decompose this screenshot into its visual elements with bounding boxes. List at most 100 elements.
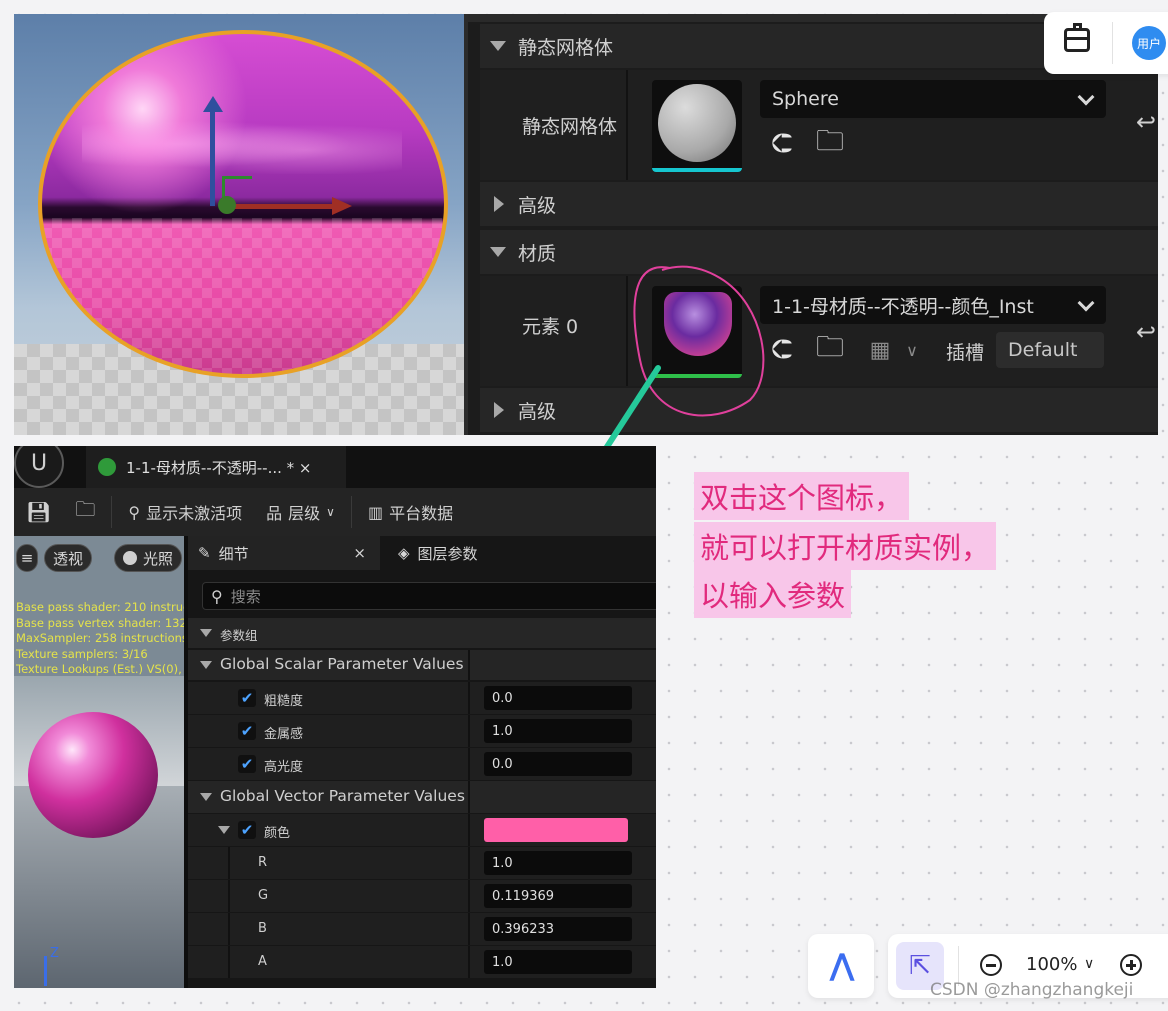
collapse-arrow-icon[interactable] [218, 826, 230, 834]
slot-combo[interactable]: Default [996, 332, 1104, 368]
column-splitter[interactable] [468, 880, 470, 912]
toolbox-icon[interactable] [1064, 23, 1090, 52]
section-title: 参数组 [220, 628, 258, 643]
mesh-viewport[interactable] [14, 14, 464, 435]
reset-to-default-icon[interactable]: ↩ [1136, 318, 1156, 346]
gizmo-center[interactable] [218, 196, 236, 214]
column-splitter[interactable] [468, 847, 470, 879]
search-input[interactable]: ⚲ 搜索 [202, 582, 656, 610]
gizmo-x-axis[interactable] [224, 204, 334, 209]
preview-sphere[interactable] [28, 712, 158, 838]
tab-label: 图层参数 [417, 544, 478, 563]
hierarchy-icon: 品 [266, 504, 283, 523]
expand-arrow-icon[interactable] [494, 402, 504, 418]
chevron-down-icon[interactable]: ∨ [1084, 956, 1094, 972]
sphere-thumb-icon [658, 84, 736, 162]
column-splitter[interactable] [468, 913, 470, 945]
viewport-menu-icon[interactable]: ≡ [16, 544, 38, 572]
collapse-arrow-icon[interactable] [490, 247, 506, 257]
param-value-input[interactable]: 0.0 [484, 686, 632, 710]
zoom-out-icon[interactable] [980, 954, 1002, 976]
column-splitter[interactable] [468, 781, 470, 813]
scalar-group-header[interactable]: Global Scalar Parameter Values [188, 650, 656, 680]
override-checkbox[interactable]: ✔ [238, 755, 256, 773]
channel-value-input[interactable]: 1.0 [484, 950, 632, 974]
param-value-input[interactable]: 1.0 [484, 719, 632, 743]
column-splitter[interactable] [468, 682, 470, 714]
save-icon[interactable]: 💾︎ [14, 500, 63, 524]
override-checkbox[interactable]: ✔ [238, 722, 256, 740]
param-value-input[interactable]: 0.0 [484, 752, 632, 776]
collapse-arrow-icon[interactable] [200, 661, 212, 669]
vector-param-row: ✔ 颜色 [188, 814, 656, 846]
chevron-down-icon[interactable]: ∨ [894, 332, 930, 368]
column-splitter[interactable] [468, 946, 470, 978]
expand-arrow-icon[interactable] [494, 196, 504, 212]
close-icon[interactable]: × [353, 544, 366, 562]
annotation-line-1: 双击这个图标， [694, 472, 910, 520]
column-splitter[interactable] [468, 650, 470, 680]
browse-asset-icon[interactable]: 🗀 [812, 330, 848, 368]
chevron-down-icon: ∨ [326, 505, 335, 519]
column-splitter[interactable] [468, 748, 470, 780]
mesh-thumbnail[interactable] [652, 80, 742, 172]
scalar-param-row: ✔ 高光度 0.0 [188, 748, 656, 780]
gizmo-x-arrowhead[interactable] [332, 197, 352, 215]
scalar-param-row: ✔ 粗糙度 0.0 [188, 682, 656, 714]
mesh-combo[interactable]: Sphere [760, 80, 1106, 118]
gizmo-z-arrowhead[interactable] [203, 96, 223, 112]
channel-row: B 0.396233 [188, 913, 656, 945]
channel-name: G [258, 888, 269, 903]
channel-row: G 0.119369 [188, 880, 656, 912]
hierarchy-button[interactable]: 品 层级 ∨ [254, 500, 347, 524]
stats-icon: ▥ [367, 502, 384, 522]
override-checkbox[interactable]: ✔ [238, 821, 256, 839]
vector-group-header[interactable]: Global Vector Parameter Values [188, 781, 656, 813]
reset-to-default-icon[interactable]: ↩ [1136, 108, 1156, 136]
param-groups-header[interactable]: 参数组 [188, 618, 656, 648]
gizmo-z-axis[interactable] [210, 106, 215, 206]
preview-viewport[interactable]: ≡ 透视 光照 Base pass shader: 210 instructio… [14, 536, 184, 988]
combo-value: Sphere [772, 88, 839, 110]
axis-label: Z [50, 946, 59, 961]
perspective-button[interactable]: 透视 [44, 544, 93, 572]
collapse-arrow-icon[interactable] [490, 41, 506, 51]
editor-tab[interactable]: 1-1-母材质--不透明--... * × [86, 446, 346, 488]
platform-stats-button[interactable]: ▥ 平台数据 [356, 500, 465, 524]
section-title: 高级 [518, 194, 557, 217]
avatar[interactable]: 用户 [1132, 26, 1166, 60]
column-splitter[interactable] [468, 715, 470, 747]
browse-asset-icon[interactable]: 🗀 [812, 124, 848, 162]
collapse-arrow-icon[interactable] [200, 629, 212, 637]
tab-title: 1-1-母材质--不透明--... * × [126, 458, 312, 477]
button-label: 显示未激活项 [146, 504, 243, 523]
show-inactive-button[interactable]: ⚲ 显示未激活项 [116, 500, 254, 524]
group-title: Global Scalar Parameter Values [220, 655, 464, 673]
collapse-arrow-icon[interactable] [200, 793, 212, 801]
use-selected-icon[interactable]: ⮈ [764, 126, 800, 162]
material-combo[interactable]: 1-1-母材质--不透明--颜色_Inst [760, 286, 1106, 324]
tab-details[interactable]: ✎ 细节 × [188, 536, 380, 570]
highlight-circle [633, 265, 765, 417]
stat-line: Texture samplers: 3/16 [16, 646, 148, 661]
channel-value-input[interactable]: 0.396233 [484, 917, 632, 941]
channel-value-input[interactable]: 0.119369 [484, 884, 632, 908]
prop-label: 静态网格体 [522, 116, 618, 138]
lit-button[interactable]: 光照 [114, 544, 183, 572]
stat-line: Base pass vertex shader: 132 [16, 615, 184, 630]
channel-row: R 1.0 [188, 847, 656, 879]
section-advanced-1[interactable]: 高级 [480, 182, 1158, 226]
color-swatch[interactable] [484, 818, 628, 842]
column-splitter[interactable] [626, 70, 628, 180]
app-logo-icon[interactable]: ⋀ [822, 950, 862, 982]
zoom-in-icon[interactable] [1120, 954, 1142, 976]
zoom-level[interactable]: 100% [1026, 954, 1077, 975]
browse-icon[interactable]: 🗀 [63, 495, 107, 529]
checker-texture-icon[interactable]: ▦ [862, 332, 898, 368]
channel-value-input[interactable]: 1.0 [484, 851, 632, 875]
tab-layer-params[interactable]: ◈ 图层参数 [388, 536, 656, 570]
override-checkbox[interactable]: ✔ [238, 689, 256, 707]
param-name: 金属感 [264, 727, 304, 742]
column-splitter[interactable] [468, 814, 470, 846]
slot-label: 插槽 [946, 342, 985, 364]
